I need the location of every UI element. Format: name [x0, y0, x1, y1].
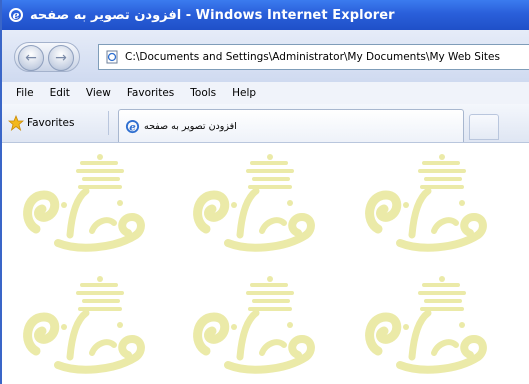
forward-button[interactable]: → [48, 45, 74, 71]
menu-help[interactable]: Help [224, 87, 264, 99]
toloo-logo [188, 151, 318, 261]
navigation-buttons: ← → [14, 42, 80, 72]
toloo-logo [188, 273, 318, 383]
title-bar: e افزودن تصویر به صفحه - Windows Interne… [2, 0, 529, 30]
address-toolbar: ← → C:\Documents and Settings\Administra… [2, 30, 529, 82]
tab-ie-icon: e [125, 119, 140, 133]
address-bar[interactable]: C:\Documents and Settings\Administrator\… [98, 44, 529, 70]
menu-tools[interactable]: Tools [182, 87, 224, 99]
toloo-logo [360, 151, 490, 261]
background-logo-tile [18, 151, 148, 261]
favorites-button[interactable]: Favorites [8, 112, 74, 134]
svg-text:e: e [13, 9, 20, 22]
window-title: افزودن تصویر به صفحه - Windows Internet … [30, 7, 395, 23]
forward-arrow-icon: → [55, 50, 67, 66]
ie-icon: e [9, 8, 23, 22]
toolbar-divider [108, 111, 109, 135]
favorites-label: Favorites [27, 117, 75, 129]
new-tab-button[interactable] [469, 114, 499, 140]
tab-title: افزودن تصویر به صفحه [144, 120, 237, 132]
toloo-logo [18, 273, 148, 383]
favorites-bar: Favorites e افزودن تصویر به صفحه [2, 104, 529, 143]
svg-text:e: e [129, 121, 136, 133]
back-arrow-icon: ← [25, 50, 37, 66]
page-content [4, 143, 529, 384]
background-logo-tile [360, 151, 490, 261]
page-icon [106, 50, 118, 64]
menu-view[interactable]: View [78, 87, 119, 99]
menu-favorites[interactable]: Favorites [119, 87, 182, 99]
background-logo-tile [188, 273, 318, 383]
menu-bar: File Edit View Favorites Tools Help [2, 82, 529, 105]
browser-tab[interactable]: e افزودن تصویر به صفحه [118, 109, 464, 142]
menu-file[interactable]: File [2, 87, 42, 99]
address-url: C:\Documents and Settings\Administrator\… [125, 51, 500, 63]
browser-window: e افزودن تصویر به صفحه - Windows Interne… [0, 0, 529, 384]
background-logo-tile [18, 273, 148, 383]
toloo-logo [18, 151, 148, 261]
back-button[interactable]: ← [18, 45, 44, 71]
toloo-logo [360, 273, 490, 383]
background-logo-tile [360, 273, 490, 383]
menu-edit[interactable]: Edit [42, 87, 78, 99]
background-logo-tile [188, 151, 318, 261]
star-icon [8, 115, 24, 131]
